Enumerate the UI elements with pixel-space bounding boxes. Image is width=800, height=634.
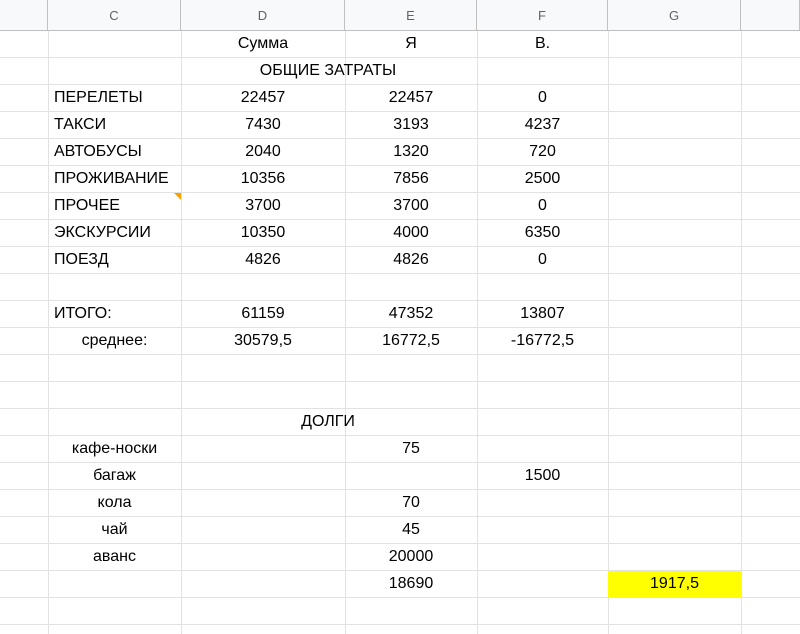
cell-f[interactable]: 2500 <box>477 166 608 192</box>
cell-d[interactable]: 10350 <box>181 220 345 246</box>
table-row <box>0 274 800 301</box>
cell-e[interactable]: Я <box>345 31 477 57</box>
cell-e[interactable]: 18690 <box>345 571 477 597</box>
table-row: ПРОЧЕЕ 3700 3700 0 <box>0 193 800 220</box>
cell-f[interactable]: 6350 <box>477 220 608 246</box>
table-row: ТАКСИ 7430 3193 4237 <box>0 112 800 139</box>
table-row: багаж 1500 <box>0 463 800 490</box>
column-header-g[interactable]: G <box>608 0 741 31</box>
cell-e[interactable]: 7856 <box>345 166 477 192</box>
cell-d[interactable]: 30579,5 <box>181 328 345 354</box>
cell-d[interactable]: 3700 <box>181 193 345 219</box>
cell-d[interactable]: 61159 <box>181 301 345 327</box>
cell-e[interactable]: 4000 <box>345 220 477 246</box>
table-row: аванс 20000 <box>0 544 800 571</box>
cell-f[interactable]: -16772,5 <box>477 328 608 354</box>
table-row <box>0 355 800 382</box>
cell-g[interactable]: 1917,5 <box>608 571 741 597</box>
cell-f[interactable]: 4237 <box>477 112 608 138</box>
comment-indicator-icon[interactable] <box>174 193 181 200</box>
cell-f[interactable]: 720 <box>477 139 608 165</box>
cell-d[interactable]: 4826 <box>181 247 345 273</box>
cell-e[interactable]: 47352 <box>345 301 477 327</box>
cell-d[interactable]: Сумма <box>181 31 345 57</box>
spreadsheet-grid: C D E F G Сумма Я В. ОБЩИЕ ЗАТРАТЫ ПЕРЕЛЕТЫ 22457 2… <box>0 0 800 634</box>
cell-e[interactable]: 1320 <box>345 139 477 165</box>
cell-c[interactable]: багаж <box>48 463 181 489</box>
table-row: кафе-носки 75 <box>0 436 800 463</box>
cell-c[interactable]: кола <box>48 490 181 516</box>
cell-f[interactable]: 0 <box>477 193 608 219</box>
table-row <box>0 382 800 409</box>
cell-c[interactable]: ЭКСКУРСИИ <box>48 220 181 246</box>
table-row: Сумма Я В. <box>0 31 800 58</box>
cell-e[interactable]: 3700 <box>345 193 477 219</box>
table-row: ДОЛГИ <box>0 409 800 436</box>
cell-d[interactable]: 10356 <box>181 166 345 192</box>
cell-d[interactable]: 2040 <box>181 139 345 165</box>
cell-c[interactable]: ПРОЧЕЕ <box>48 193 181 219</box>
column-header-e[interactable]: E <box>345 0 477 31</box>
table-row: 18690 1917,5 <box>0 571 800 598</box>
cell-e[interactable]: 22457 <box>345 85 477 111</box>
table-row <box>0 598 800 625</box>
cell-c[interactable]: ПРОЖИВАНИЕ <box>48 166 181 192</box>
cell-c[interactable]: среднее: <box>48 328 181 354</box>
cell-c[interactable]: ТАКСИ <box>48 112 181 138</box>
cell-c[interactable]: чай <box>48 517 181 543</box>
cell-e[interactable]: 45 <box>345 517 477 543</box>
cell-d[interactable]: 22457 <box>181 85 345 111</box>
cell-c[interactable]: АВТОБУСЫ <box>48 139 181 165</box>
cell-c[interactable]: кафе-носки <box>48 436 181 462</box>
cell-d[interactable]: 7430 <box>181 112 345 138</box>
table-row: АВТОБУСЫ 2040 1320 720 <box>0 139 800 166</box>
cell-f[interactable]: 13807 <box>477 301 608 327</box>
cell-e[interactable]: 20000 <box>345 544 477 570</box>
cell-e[interactable]: 16772,5 <box>345 328 477 354</box>
table-row: ПОЕЗД 4826 4826 0 <box>0 247 800 274</box>
column-header-c[interactable]: C <box>48 0 181 31</box>
cell-c[interactable]: ИТОГО: <box>48 301 181 327</box>
table-row: среднее: 30579,5 16772,5 -16772,5 <box>0 328 800 355</box>
cell-c[interactable]: ПЕРЕЛЕТЫ <box>48 85 181 111</box>
table-row: ПРОЖИВАНИЕ 10356 7856 2500 <box>0 166 800 193</box>
column-header-d[interactable]: D <box>181 0 345 31</box>
select-all-corner[interactable] <box>0 0 48 31</box>
table-row: ЭКСКУРСИИ 10350 4000 6350 <box>0 220 800 247</box>
cell-f[interactable]: В. <box>477 31 608 57</box>
table-row: ПЕРЕЛЕТЫ 22457 22457 0 <box>0 85 800 112</box>
cell-f[interactable]: 0 <box>477 85 608 111</box>
cell-e[interactable]: 3193 <box>345 112 477 138</box>
cell-c[interactable]: ПОЕЗД <box>48 247 181 273</box>
cell-f[interactable]: 1500 <box>477 463 608 489</box>
cell-e[interactable]: 75 <box>345 436 477 462</box>
table-row: ИТОГО: 61159 47352 13807 <box>0 301 800 328</box>
cell-e[interactable]: 4826 <box>345 247 477 273</box>
table-row: ОБЩИЕ ЗАТРАТЫ <box>0 58 800 85</box>
cell-e[interactable]: 70 <box>345 490 477 516</box>
column-header-f[interactable]: F <box>477 0 608 31</box>
table-row: кола 70 <box>0 490 800 517</box>
column-header-next[interactable] <box>741 0 800 31</box>
cell-f[interactable]: 0 <box>477 247 608 273</box>
merged-section-title[interactable]: ДОЛГИ <box>48 409 608 435</box>
cell-c[interactable]: аванс <box>48 544 181 570</box>
merged-section-title[interactable]: ОБЩИЕ ЗАТРАТЫ <box>48 58 608 84</box>
table-row: чай 45 <box>0 517 800 544</box>
